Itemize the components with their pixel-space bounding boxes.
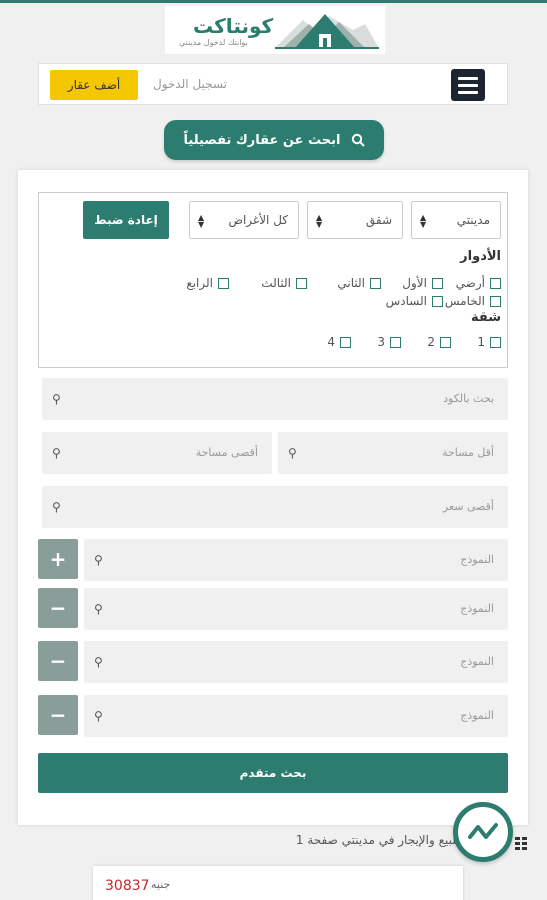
search-icon: ⚲: [52, 392, 61, 406]
advanced-search-button[interactable]: بحث متقدم: [38, 753, 508, 793]
type-select[interactable]: شقق ▲ ▼: [307, 201, 403, 239]
hamburger-menu-button[interactable]: [451, 69, 485, 101]
max-price-input[interactable]: أقصى سعر ⚲: [42, 486, 508, 528]
code-search-input[interactable]: بحث بالكود ⚲: [42, 378, 508, 420]
apartment-checkbox-4[interactable]: 4: [327, 335, 351, 349]
select-arrows-icon: ▲ ▼: [420, 213, 427, 229]
search-icon: ⚲: [288, 446, 297, 460]
select-arrows-icon: ▲ ▼: [316, 213, 323, 229]
purpose-select[interactable]: كل الأغراض ▲ ▼: [189, 201, 299, 239]
apartment-checkbox-3[interactable]: 3: [377, 335, 401, 349]
result-card[interactable]: 30837 جنيه: [93, 866, 463, 900]
brand-tagline: بوابتك لدخول مدينتي: [179, 38, 248, 47]
remove-model-button[interactable]: −: [38, 588, 78, 628]
chat-widget-button[interactable]: [453, 802, 513, 862]
search-icon: ⚲: [94, 655, 103, 669]
grid-view-icon[interactable]: [515, 837, 529, 850]
select-arrows-icon: ▲ ▼: [198, 213, 205, 229]
model-input[interactable]: النموذج ⚲: [84, 539, 508, 581]
floor-checkbox-first[interactable]: الأول: [402, 276, 443, 290]
floor-checkbox-ground[interactable]: أرضي: [456, 276, 501, 290]
apartment-title: شقة: [470, 310, 501, 325]
floor-checkbox-sixth[interactable]: السادس: [386, 294, 443, 308]
floor-checkbox-fourth[interactable]: الرابع: [186, 276, 229, 290]
apartment-checkbox-2[interactable]: 2: [427, 335, 451, 349]
model-input[interactable]: النموذج ⚲: [84, 641, 508, 683]
search-icon: [351, 133, 365, 147]
city-select[interactable]: مدينتي ▲ ▼: [411, 201, 501, 239]
floor-checkbox-fifth[interactable]: الخامس: [445, 294, 501, 308]
brand-name: كونتاكت: [193, 14, 274, 38]
floor-checkbox-second[interactable]: الثاني: [337, 276, 381, 290]
max-area-input[interactable]: أقصى مساحة ⚲: [42, 432, 272, 474]
search-icon: ⚲: [94, 553, 103, 567]
floor-checkbox-third[interactable]: الثالث: [261, 276, 307, 290]
remove-model-button[interactable]: −: [38, 695, 78, 735]
detailed-search-label: ابحث عن عقارك تفصيلياً: [183, 132, 341, 148]
hamburger-icon: [458, 77, 478, 80]
add-model-button[interactable]: +: [38, 539, 78, 579]
navbar: تسجيل الدخول أضف عقار: [38, 63, 508, 105]
model-input[interactable]: النموذج ⚲: [84, 588, 508, 630]
house-logo-icon: [275, 14, 379, 49]
filters-box: مدينتي ▲ ▼ شقق ▲ ▼ كل الأغراض ▲ ▼ إعادة ضبط…: [38, 192, 508, 368]
top-accent-line: [0, 0, 547, 3]
login-link[interactable]: تسجيل الدخول: [153, 77, 227, 91]
search-icon: ⚲: [94, 709, 103, 723]
model-input[interactable]: النموذج ⚲: [84, 695, 508, 737]
remove-model-button[interactable]: −: [38, 641, 78, 681]
min-area-input[interactable]: أقل مساحة ⚲: [278, 432, 508, 474]
result-price: 30837: [105, 878, 150, 894]
add-property-button[interactable]: أضف عقار: [50, 70, 138, 100]
floors-title: الأدوار: [460, 249, 501, 264]
reset-button[interactable]: إعادة ضبط: [83, 201, 169, 239]
search-icon: ⚲: [52, 446, 61, 460]
chat-zigzag-icon: [468, 823, 498, 839]
result-currency: جنيه: [151, 878, 171, 891]
search-panel: مدينتي ▲ ▼ شقق ▲ ▼ كل الأغراض ▲ ▼ إعادة ضبط…: [18, 170, 528, 825]
detailed-search-button[interactable]: ابحث عن عقارك تفصيلياً: [164, 120, 384, 160]
search-icon: ⚲: [52, 500, 61, 514]
apartment-checkbox-1[interactable]: 1: [477, 335, 501, 349]
site-logo[interactable]: كونتاكت بوابتك لدخول مدينتي: [165, 6, 385, 54]
search-icon: ⚲: [94, 602, 103, 616]
